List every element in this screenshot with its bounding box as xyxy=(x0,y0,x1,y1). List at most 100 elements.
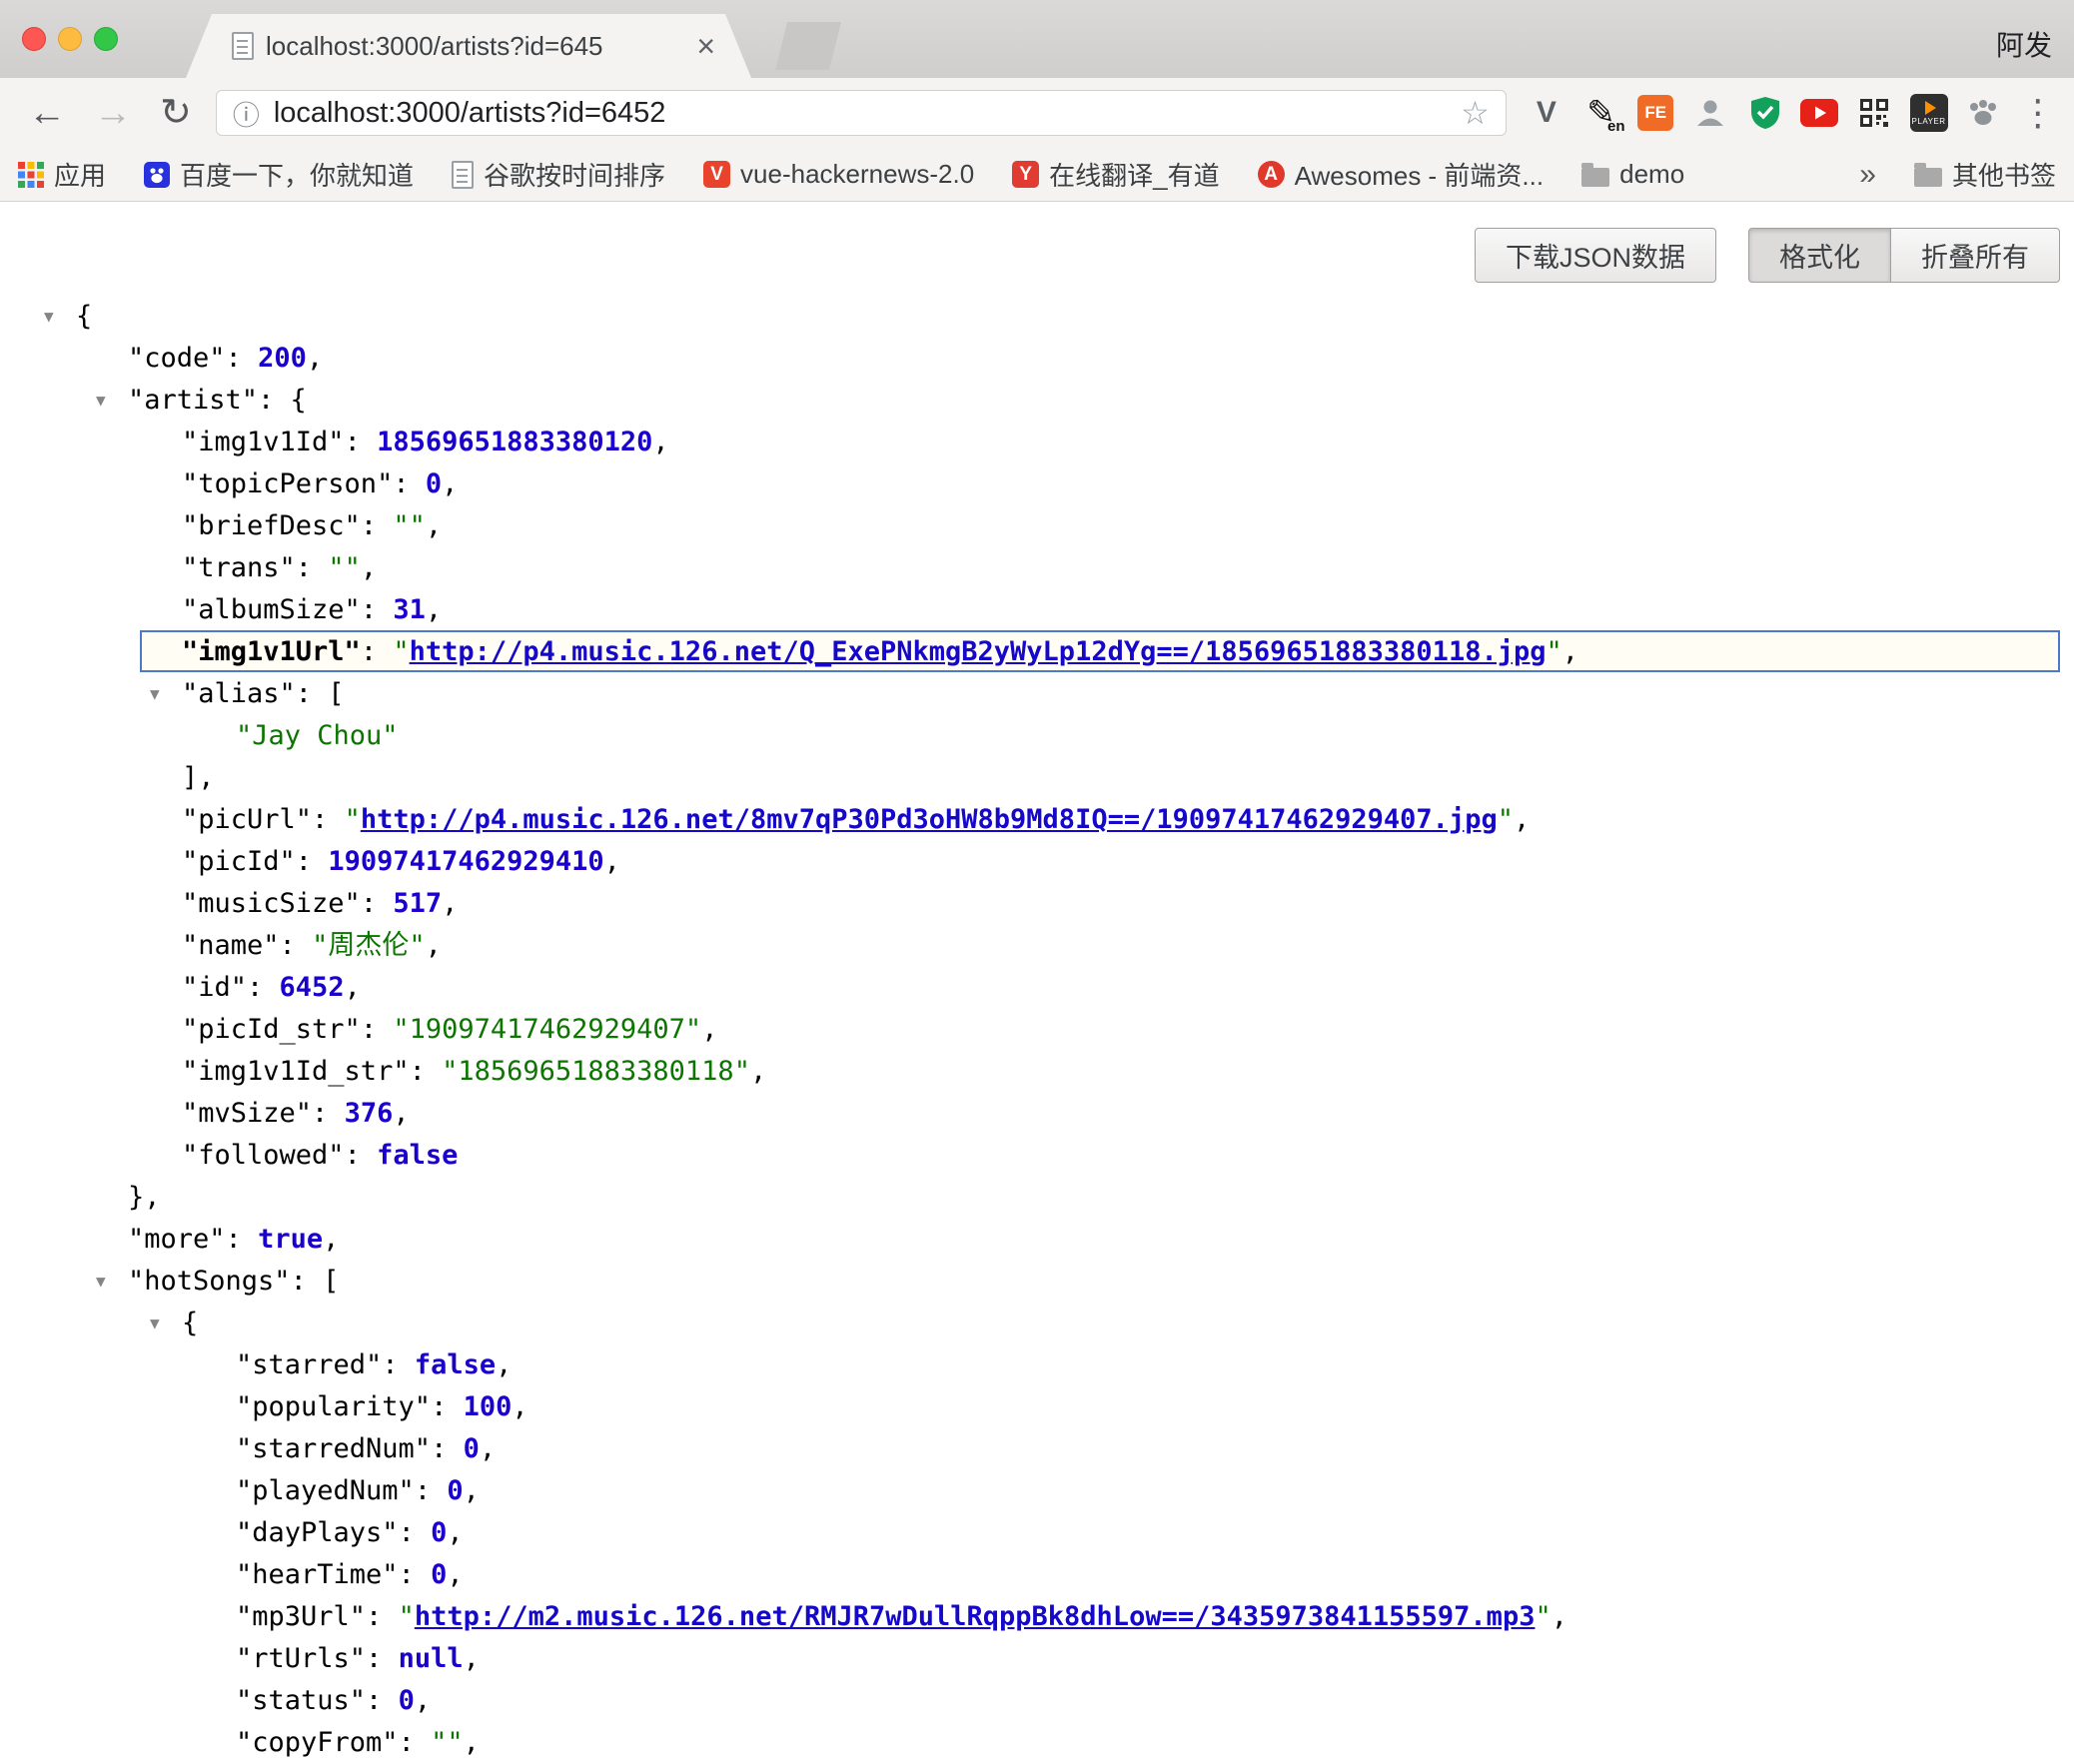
json-string: " xyxy=(1498,804,1514,835)
json-key: "albumSize" xyxy=(182,594,361,625)
json-key: "picUrl" xyxy=(182,804,312,835)
bookmark-google-sort[interactable]: 谷歌按时间排序 xyxy=(452,156,665,193)
browser-tab[interactable]: localhost:3000/artists?id=645 × xyxy=(186,14,751,78)
json-key: "briefDesc" xyxy=(182,510,361,541)
json-line: "picId_str": "19097417462929407", xyxy=(0,1009,2074,1051)
youtube-extension-icon[interactable] xyxy=(1797,91,1841,135)
fe-extension-icon[interactable]: FE xyxy=(1633,91,1677,135)
json-punct: , xyxy=(464,1643,480,1674)
paw-extension-icon[interactable] xyxy=(1961,91,2005,135)
collapse-triangle-icon[interactable]: ▼ xyxy=(150,1303,160,1344)
json-value: false xyxy=(377,1140,458,1171)
json-punct: : xyxy=(382,1349,415,1380)
minimize-window-button[interactable] xyxy=(58,27,82,51)
json-key: "img1v1Id_str" xyxy=(182,1056,410,1087)
json-line: ▼"alias": [ xyxy=(0,673,2074,715)
json-key: "id" xyxy=(182,972,247,1003)
bookmark-label: demo xyxy=(1619,159,1684,190)
bookmark-demo-folder[interactable]: demo xyxy=(1581,159,1684,190)
bookmark-star-icon[interactable]: ☆ xyxy=(1461,94,1490,132)
translate-extension-icon[interactable]: ✎en xyxy=(1579,91,1623,135)
adblock-shield-extension-icon[interactable] xyxy=(1743,91,1787,135)
profile-name[interactable]: 阿发 xyxy=(1996,24,2052,64)
collapse-triangle-icon[interactable]: ▼ xyxy=(96,380,106,422)
other-bookmarks-folder[interactable]: 其他书签 xyxy=(1914,156,2056,193)
json-punct: : xyxy=(366,1685,399,1716)
json-value: 0 xyxy=(431,1517,447,1548)
fullscreen-window-button[interactable] xyxy=(94,27,118,51)
json-punct: }, xyxy=(128,1182,161,1213)
json-line: "code": 200, xyxy=(0,338,2074,380)
json-line: "topicPerson": 0, xyxy=(0,463,2074,505)
json-punct: , xyxy=(1514,804,1530,835)
json-punct: , xyxy=(652,427,668,457)
vimium-extension-icon[interactable]: V xyxy=(1525,91,1568,135)
json-line: "picId": 19097417462929410, xyxy=(0,841,2074,883)
json-url-link[interactable]: http://p4.music.126.net/8mv7qP30Pd3oHW8b… xyxy=(361,804,1498,835)
json-punct: : [ xyxy=(291,1266,340,1297)
json-key: "hearTime" xyxy=(236,1559,399,1590)
json-punct: , xyxy=(345,972,361,1003)
close-tab-icon[interactable]: × xyxy=(696,30,715,62)
qr-code-extension-icon[interactable] xyxy=(1852,91,1896,135)
json-tree: ▼{"code": 200,▼"artist": {"img1v1Id": 18… xyxy=(0,202,2074,1764)
bookmark-vue-hackernews[interactable]: V vue-hackernews-2.0 xyxy=(703,159,974,190)
json-key: "picId_str" xyxy=(182,1014,361,1045)
collapse-triangle-icon[interactable]: ▼ xyxy=(44,296,54,338)
new-tab-button[interactable] xyxy=(775,22,841,70)
json-punct: , xyxy=(604,846,620,877)
json-key: "copyFrom" xyxy=(236,1727,399,1758)
json-line: "trans": "", xyxy=(0,547,2074,589)
qr-code-icon xyxy=(1858,97,1890,129)
json-punct: , xyxy=(442,468,458,499)
browser-menu-button[interactable]: ⋮ xyxy=(2016,91,2060,135)
youdao-badge-icon: Y xyxy=(1012,161,1039,188)
bookmarks-overflow-chevron[interactable]: » xyxy=(1859,158,1876,192)
baidu-paw-icon xyxy=(144,162,170,188)
json-punct: : xyxy=(296,552,329,583)
json-punct: , xyxy=(496,1349,512,1380)
json-punct: : xyxy=(399,1727,432,1758)
json-line: "rtUrls": null, xyxy=(0,1638,2074,1680)
user-profile-extension-icon[interactable] xyxy=(1688,91,1732,135)
json-line: }, xyxy=(0,1177,2074,1219)
json-punct: : xyxy=(361,636,394,667)
json-line: "albumSize": 31, xyxy=(0,589,2074,631)
json-value: 0 xyxy=(426,468,442,499)
json-punct: , xyxy=(442,888,458,919)
bookmark-baidu[interactable]: 百度一下，你就知道 xyxy=(144,156,414,193)
json-line: "popularity": 100, xyxy=(0,1386,2074,1428)
bookmark-awesomes[interactable]: A Awesomes - 前端资... xyxy=(1258,156,1544,193)
json-url-link[interactable]: http://m2.music.126.net/RMJR7wDullRqppBk… xyxy=(415,1601,1536,1632)
collapse-triangle-icon[interactable]: ▼ xyxy=(150,673,160,715)
json-punct: , xyxy=(415,1685,431,1716)
bookmarks-bar: 应用 百度一下，你就知道 谷歌按时间排序 V vue-hackernews-2.… xyxy=(0,148,2074,202)
json-key: "topicPerson" xyxy=(182,468,393,499)
bookmark-label: 在线翻译_有道 xyxy=(1049,156,1219,193)
json-value: 18569651883380120 xyxy=(377,427,652,457)
reload-button[interactable]: ↻ xyxy=(160,94,192,132)
address-bar[interactable]: ⓘ localhost:3000/artists?id=6452 ☆ xyxy=(216,90,1507,136)
player-extension-icon[interactable]: PLAYER xyxy=(1907,91,1951,135)
json-punct: : [ xyxy=(296,678,345,709)
json-url-link[interactable]: http://p4.music.126.net/Q_ExePNkmgB2yWyL… xyxy=(410,636,1547,667)
collapse-triangle-icon[interactable]: ▼ xyxy=(96,1261,106,1303)
bookmark-youdao-translate[interactable]: Y 在线翻译_有道 xyxy=(1012,156,1219,193)
back-button[interactable]: ← xyxy=(28,94,66,132)
bookmark-apps[interactable]: 应用 xyxy=(18,156,106,193)
json-key: "img1v1Id" xyxy=(182,427,345,457)
url-text[interactable]: localhost:3000/artists?id=6452 xyxy=(274,97,666,130)
json-punct: , xyxy=(701,1014,717,1045)
bookmark-label: 应用 xyxy=(54,156,106,193)
page-info-icon[interactable]: ⓘ xyxy=(233,94,260,133)
vue-badge-icon: V xyxy=(703,161,730,188)
json-line: "hearTime": 0, xyxy=(0,1554,2074,1596)
close-window-button[interactable] xyxy=(22,27,46,51)
json-punct: : xyxy=(399,1517,432,1548)
json-punct: : xyxy=(345,427,378,457)
json-value: 200 xyxy=(258,343,307,374)
json-line: "dayPlays": 0, xyxy=(0,1512,2074,1554)
json-line: ▼"hotSongs": [ xyxy=(0,1261,2074,1303)
json-line: "status": 0, xyxy=(0,1680,2074,1722)
json-value: 6452 xyxy=(280,972,345,1003)
